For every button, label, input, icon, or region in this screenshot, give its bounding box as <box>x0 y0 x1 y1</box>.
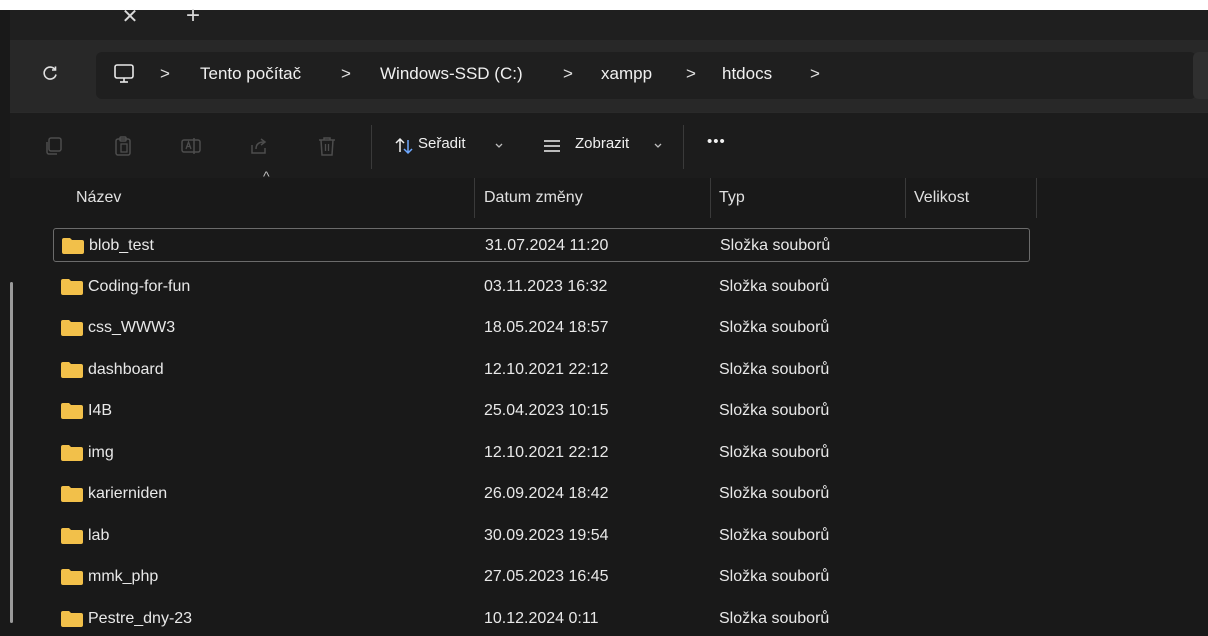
file-name: dashboard <box>88 360 164 378</box>
file-date: 27.05.2023 16:45 <box>484 568 609 585</box>
file-date: 03.11.2023 16:32 <box>484 277 608 295</box>
file-row[interactable]: dashboard 12.10.2021 22:12 Složka souborů <box>53 353 1030 387</box>
file-date: 31.07.2024 11:20 <box>485 237 609 254</box>
breadcrumb-this-pc[interactable]: Tento počítač <box>200 64 301 84</box>
chevron-right-icon[interactable]: > <box>810 64 820 84</box>
column-header-size[interactable]: Velikost <box>914 178 969 218</box>
copy-icon[interactable] <box>43 135 65 157</box>
folder-icon <box>61 486 83 502</box>
file-name: Pestre_dny-23 <box>88 609 193 627</box>
file-row[interactable]: lab 30.09.2023 19:54 Složka souborů <box>53 519 1030 553</box>
refresh-icon <box>43 66 57 80</box>
command-bar: Seřadit Zobrazit ••• <box>10 112 1208 179</box>
folder-icon <box>61 569 83 585</box>
chevron-right-icon[interactable]: > <box>341 64 351 84</box>
tab-bar: ✕ + <box>10 2 1208 40</box>
file-type: Složka souborů <box>719 319 830 336</box>
vertical-scrollbar[interactable] <box>10 282 13 623</box>
file-type: Složka souborů <box>719 609 830 627</box>
paste-icon[interactable] <box>112 135 134 157</box>
chevron-right-icon[interactable]: > <box>160 64 170 84</box>
file-date: 18.05.2024 18:57 <box>484 319 609 336</box>
file-date: 12.10.2021 22:12 <box>484 360 609 378</box>
new-tab-button[interactable]: + <box>178 0 208 32</box>
close-tab-button[interactable]: ✕ <box>115 0 145 32</box>
breadcrumb-htdocs[interactable]: htdocs <box>722 64 772 84</box>
file-name: mmk_php <box>88 568 159 585</box>
column-header-name-label: Název <box>76 189 122 206</box>
view-button[interactable]: Zobrazit <box>535 123 675 169</box>
column-header-type-label: Typ <box>719 189 745 206</box>
column-header-size-label: Velikost <box>914 189 970 206</box>
address-row: > Tento počítač > Windows-SSD (C:) > xam… <box>10 40 1208 112</box>
address-bar[interactable]: > Tento počítač > Windows-SSD (C:) > xam… <box>96 52 1196 99</box>
sort-button[interactable]: Seřadit <box>384 123 534 169</box>
column-divider[interactable] <box>710 178 711 218</box>
folder-icon <box>61 610 83 627</box>
file-date: 25.04.2023 10:15 <box>484 402 609 419</box>
file-name: Coding-for-fun <box>88 277 191 295</box>
file-name: I4B <box>88 402 113 419</box>
column-header-type[interactable]: Typ <box>719 178 745 218</box>
sort-icon <box>395 137 413 155</box>
file-row[interactable]: Pestre_dny-23 10.12.2024 0:11 Složka soubo… <box>53 602 1030 636</box>
sort-label: Seřadit <box>418 135 466 152</box>
chevron-down-icon <box>654 143 662 148</box>
chevron-right-icon[interactable]: > <box>686 64 696 84</box>
file-type: Složka souborů <box>719 360 830 378</box>
refresh-button[interactable] <box>38 62 62 86</box>
file-type: Složka souborů <box>720 237 831 254</box>
file-date: 30.09.2023 19:54 <box>484 526 609 544</box>
folder-icon <box>61 320 83 336</box>
file-row[interactable]: karierniden 26.09.2024 18:42 Složka soubor… <box>53 477 1030 511</box>
file-type: Složka souborů <box>719 568 830 585</box>
column-header-date-label: Datum změny <box>484 189 583 206</box>
file-row[interactable]: mmk_php 27.05.2023 16:45 Složka souborů <box>53 560 1030 594</box>
column-divider[interactable] <box>905 178 906 218</box>
view-label: Zobrazit <box>575 135 630 152</box>
sort-ascending-icon: ^ <box>263 168 270 184</box>
chevron-right-icon[interactable]: > <box>563 64 573 84</box>
file-name: karierniden <box>88 485 168 502</box>
file-type: Složka souborů <box>719 402 830 419</box>
search-box-edge[interactable] <box>1193 52 1208 99</box>
file-name: img <box>88 443 114 461</box>
chevron-down-icon <box>495 143 503 148</box>
column-divider[interactable] <box>474 178 475 218</box>
toolbar-divider <box>371 125 372 169</box>
breadcrumb-windows-ssd[interactable]: Windows-SSD (C:) <box>380 64 523 84</box>
file-date: 26.09.2024 18:42 <box>484 485 609 502</box>
folder-icon <box>62 238 84 254</box>
folder-icon <box>61 403 83 419</box>
folder-icon <box>61 361 83 378</box>
more-options-button[interactable]: ••• <box>707 133 726 150</box>
file-type: Složka souborů <box>719 443 830 461</box>
file-name: css_WWW3 <box>88 319 176 336</box>
folder-icon <box>61 444 83 461</box>
file-row[interactable]: Coding-for-fun 03.11.2023 16:32 Složka sou… <box>53 270 1030 304</box>
file-date: 10.12.2024 0:11 <box>484 609 599 627</box>
share-icon[interactable] <box>248 135 270 157</box>
column-header-date[interactable]: Datum změny <box>484 178 583 218</box>
file-row[interactable]: I4B 25.04.2023 10:15 Složka souborů <box>53 394 1030 428</box>
folder-icon <box>61 527 83 544</box>
file-name: blob_test <box>89 237 154 254</box>
file-name: lab <box>88 526 110 544</box>
breadcrumb-xampp[interactable]: xampp <box>601 64 652 84</box>
computer-icon <box>114 64 134 83</box>
file-row[interactable]: css_WWW3 18.05.2024 18:57 Složka souborů <box>53 311 1030 345</box>
column-divider[interactable] <box>1036 178 1037 218</box>
file-type: Složka souborů <box>719 526 830 544</box>
view-list-icon <box>544 140 560 152</box>
rename-icon[interactable] <box>180 135 202 157</box>
delete-icon[interactable] <box>316 135 338 157</box>
file-date: 12.10.2021 22:12 <box>484 443 609 461</box>
file-row[interactable]: img 12.10.2021 22:12 Složka souborů <box>53 436 1030 470</box>
file-row[interactable]: blob_test 31.07.2024 11:20 Složka souborů <box>53 228 1030 262</box>
file-type: Složka souborů <box>719 277 830 295</box>
file-type: Složka souborů <box>719 485 830 502</box>
column-header-name[interactable]: Název <box>76 178 121 218</box>
toolbar-divider <box>683 125 684 169</box>
folder-icon <box>61 278 83 295</box>
